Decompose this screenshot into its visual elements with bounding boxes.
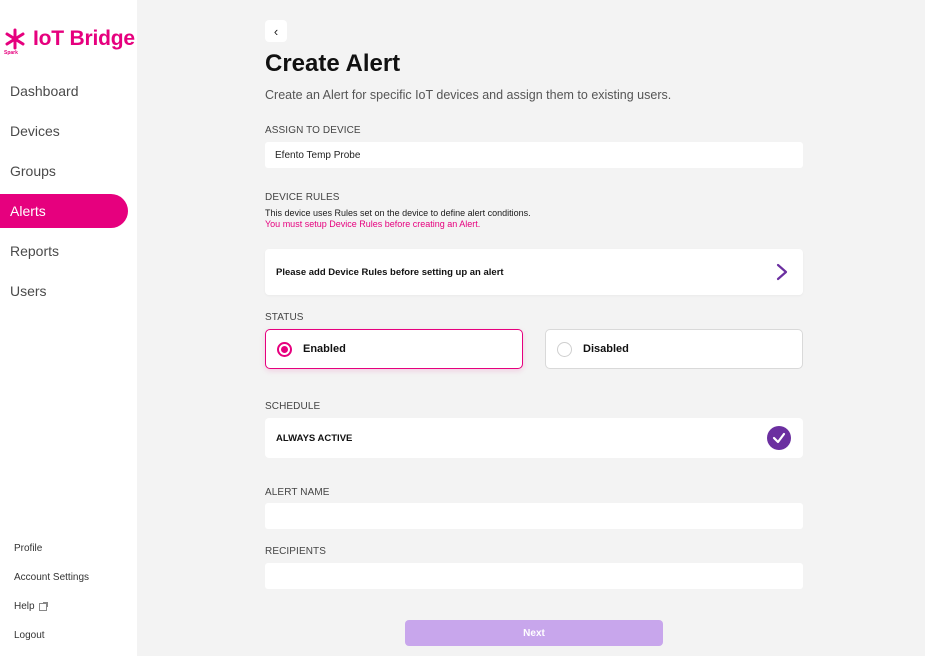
alert-name-label: ALERT NAME	[265, 487, 330, 498]
check-circle-icon	[767, 426, 791, 450]
status-enabled-label: Enabled	[303, 343, 346, 355]
page-subtitle: Create an Alert for specific IoT devices…	[265, 88, 672, 102]
sidebar-item-users[interactable]: Users	[0, 274, 128, 308]
chevron-right-icon	[776, 263, 788, 281]
alert-name-input[interactable]	[265, 503, 803, 529]
add-device-rules-card[interactable]: Please add Device Rules before setting u…	[265, 249, 803, 295]
profile-link[interactable]: Profile	[14, 534, 89, 563]
brand-logo[interactable]: Spark IoT Bridge	[4, 24, 135, 56]
add-device-rules-text: Please add Device Rules before setting u…	[276, 266, 504, 278]
radio-unselected-icon	[557, 341, 572, 357]
main-content: ‹ Create Alert Create an Alert for speci…	[137, 0, 925, 656]
status-disabled-label: Disabled	[583, 343, 629, 355]
sidebar: Spark IoT Bridge Dashboard Devices Group…	[0, 0, 137, 656]
status-disabled-option[interactable]: Disabled	[545, 329, 803, 369]
brand-sub-label: Spark	[4, 50, 18, 56]
next-button[interactable]: Next	[405, 620, 663, 646]
sidebar-item-groups[interactable]: Groups	[0, 154, 128, 188]
schedule-label: SCHEDULE	[265, 401, 321, 412]
sidebar-nav: Dashboard Devices Groups Alerts Reports …	[0, 74, 128, 314]
status-label: STATUS	[265, 312, 304, 323]
help-label: Help	[14, 601, 35, 612]
chevron-left-icon: ‹	[273, 23, 279, 39]
sidebar-bottom-nav: Profile Account Settings Help Logout	[14, 534, 89, 650]
page-title: Create Alert	[265, 50, 401, 77]
asterisk-logo-icon: Spark	[4, 28, 26, 56]
schedule-option[interactable]: ALWAYS ACTIVE	[265, 418, 803, 458]
device-input[interactable]	[265, 142, 803, 168]
logout-link[interactable]: Logout	[14, 621, 89, 650]
recipients-label: RECIPIENTS	[265, 546, 327, 557]
back-button[interactable]: ‹	[265, 20, 287, 42]
brand-name: IoT Bridge	[33, 27, 135, 50]
schedule-value: ALWAYS ACTIVE	[276, 432, 353, 444]
assign-device-label: ASSIGN TO DEVICE	[265, 125, 361, 136]
device-rules-warning: You must setup Device Rules before creat…	[265, 219, 481, 229]
help-link[interactable]: Help	[14, 592, 89, 621]
sidebar-item-devices[interactable]: Devices	[0, 114, 128, 148]
sidebar-item-alerts[interactable]: Alerts	[0, 194, 128, 228]
account-settings-link[interactable]: Account Settings	[14, 563, 89, 592]
radio-selected-icon	[277, 341, 292, 357]
sidebar-item-reports[interactable]: Reports	[0, 234, 128, 268]
external-link-icon	[38, 601, 48, 611]
status-enabled-option[interactable]: Enabled	[265, 329, 523, 369]
recipients-input[interactable]	[265, 563, 803, 589]
device-rules-description: This device uses Rules set on the device…	[265, 208, 531, 218]
sidebar-item-dashboard[interactable]: Dashboard	[0, 74, 128, 108]
device-rules-label: DEVICE RULES	[265, 192, 340, 203]
